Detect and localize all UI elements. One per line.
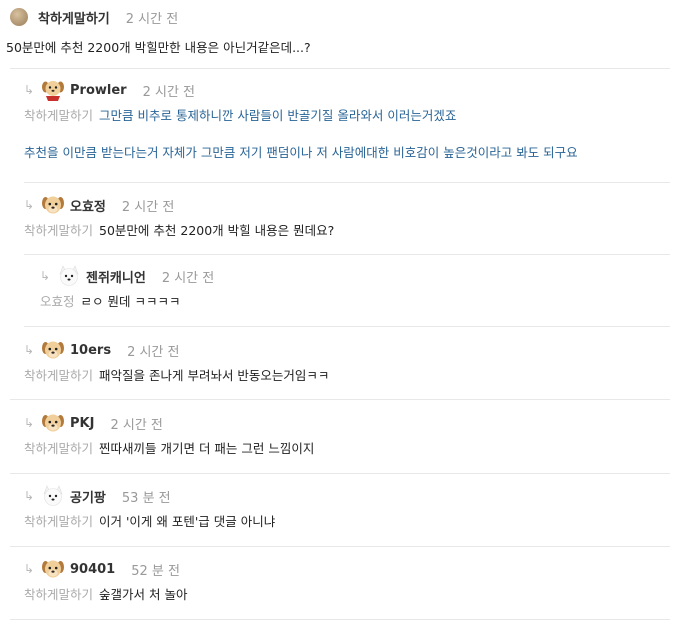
comment-author[interactable]: 젠쥐캐니언 bbox=[86, 267, 146, 286]
puppy-icon[interactable] bbox=[41, 558, 65, 580]
reply-comment: ↳ 오효정 2 시간 전 착하게말하기 50분만에 추천 2200개 박힐 내용은… bbox=[24, 194, 670, 241]
root-comment: 착하게말하기 2 시간 전 50분만에 추천 2200개 박힐만한 내용은 아닌… bbox=[6, 6, 670, 58]
comment-author[interactable]: PKJ bbox=[70, 416, 94, 431]
mention[interactable]: 오효정 bbox=[40, 294, 75, 309]
comment-time: 2 시간 전 bbox=[127, 344, 180, 360]
divider bbox=[24, 182, 670, 183]
reply-arrow-icon: ↳ bbox=[24, 198, 35, 212]
comment-text: 착하게말하기 50분만에 추천 2200개 박힐 내용은 뭔데요? bbox=[24, 221, 670, 241]
comment-time: 2 시간 전 bbox=[121, 199, 175, 215]
comment-text-line: 이거 '이게 왜 포텐'급 댓글 아니냐 bbox=[99, 514, 276, 529]
reply-arrow-icon: ↳ bbox=[24, 343, 35, 357]
puppy-icon[interactable] bbox=[41, 339, 65, 361]
avatar[interactable] bbox=[10, 8, 28, 26]
comment-text-line: 추천을 이만큼 받는다는거 자체가 그만큼 저기 팬덤이나 저 사람에대한 비호… bbox=[24, 145, 578, 160]
comment-time: 52 분 전 bbox=[131, 563, 180, 579]
comment-time: 2 시간 전 bbox=[110, 417, 163, 433]
comment-text: 착하게말하기 찐따새끼들 개기면 더 패는 그런 느낌이지 bbox=[24, 439, 670, 459]
reply-comment: ↳ Prowler 2 시간 전 착하게말하기 그만큼 비추로 통제하니깐 사람들… bbox=[24, 79, 670, 163]
puppy-icon[interactable] bbox=[41, 412, 65, 434]
mention[interactable]: 착하게말하기 bbox=[24, 441, 93, 456]
comment-time: 53 분 전 bbox=[121, 490, 171, 506]
reply-comment: ↳ 젠쥐캐니언 2 시간 전 오효정 ㄹㅇ 뭔데 ㅋㅋㅋㅋ bbox=[40, 265, 670, 312]
comment-text: 착하게말하기 그만큼 비추로 통제하니깐 사람들이 반골기질 올라와서 이러는거겠… bbox=[24, 106, 670, 126]
mention[interactable]: 착하게말하기 bbox=[24, 368, 93, 383]
comment-author[interactable]: 90401 bbox=[70, 562, 115, 577]
comment-time: 2 시간 전 bbox=[142, 84, 195, 100]
divider bbox=[10, 68, 670, 69]
comment-author[interactable]: 10ers bbox=[70, 343, 111, 358]
reply-arrow-icon: ↳ bbox=[24, 489, 35, 503]
comment-text: 착하게말하기 패악질을 존나게 부려놔서 반동오는거임ㅋㅋ bbox=[24, 366, 670, 386]
divider bbox=[10, 619, 670, 620]
divider bbox=[10, 546, 670, 547]
comment-text: 오효정 ㄹㅇ 뭔데 ㅋㅋㅋㅋ bbox=[40, 292, 670, 312]
white-dog-icon[interactable] bbox=[41, 485, 65, 507]
comment-author[interactable]: 오효정 bbox=[70, 196, 106, 215]
comment-text-line: 숲갤가서 처 놀아 bbox=[99, 587, 188, 602]
reply-arrow-icon: ↳ bbox=[24, 416, 35, 430]
divider bbox=[10, 399, 670, 400]
comment-text-line: 그만큼 비추로 통제하니깐 사람들이 반골기질 올라와서 이러는거겠죠 bbox=[99, 108, 457, 123]
reply-arrow-icon: ↳ bbox=[24, 562, 35, 576]
white-dog-icon[interactable] bbox=[57, 265, 81, 287]
comment-text-line: 패악질을 존나게 부려놔서 반동오는거임ㅋㅋ bbox=[99, 368, 330, 383]
puppy-icon[interactable] bbox=[41, 79, 65, 101]
comment-text: 착하게말하기 숲갤가서 처 놀아 bbox=[24, 585, 670, 605]
reply-comment: ↳ 90401 52 분 전 착하게말하기 숲갤가서 처 놀아 bbox=[24, 558, 670, 605]
puppy-icon[interactable] bbox=[41, 194, 65, 216]
divider bbox=[24, 254, 670, 255]
mention[interactable]: 착하게말하기 bbox=[24, 223, 93, 238]
mention[interactable]: 착하게말하기 bbox=[24, 514, 93, 529]
comment-text-line: ㄹㅇ 뭔데 ㅋㅋㅋㅋ bbox=[80, 294, 181, 309]
reply-comment: ↳ PKJ 2 시간 전 착하게말하기 찐따새끼들 개기면 더 패는 그런 느낌이… bbox=[24, 412, 670, 459]
reply-arrow-icon: ↳ bbox=[40, 269, 51, 283]
comment-time: 2 시간 전 bbox=[161, 270, 215, 286]
mention[interactable]: 착하게말하기 bbox=[24, 587, 93, 602]
comment-text: 50분만에 추천 2200개 박힐만한 내용은 아닌거같은데...? bbox=[6, 40, 311, 55]
comment-author[interactable]: 착하게말하기 bbox=[38, 8, 110, 27]
comment-text: 착하게말하기 이거 '이게 왜 포텐'급 댓글 아니냐 bbox=[24, 512, 670, 532]
mention[interactable]: 착하게말하기 bbox=[24, 108, 93, 123]
divider bbox=[10, 473, 670, 474]
comment-author[interactable]: 공기팡 bbox=[70, 487, 106, 506]
divider bbox=[24, 326, 670, 327]
comment-time: 2 시간 전 bbox=[125, 11, 179, 27]
comment-text-line: 50분만에 추천 2200개 박힐 내용은 뭔데요? bbox=[99, 223, 335, 238]
reply-comment: ↳ 10ers 2 시간 전 착하게말하기 패악질을 존나게 부려놔서 반동오는거… bbox=[24, 339, 670, 386]
comment-text-line: 찐따새끼들 개기면 더 패는 그런 느낌이지 bbox=[99, 441, 315, 456]
reply-comment: ↳ 공기팡 53 분 전 착하게말하기 이거 '이게 왜 포텐'급 댓글 아니냐 bbox=[24, 485, 670, 532]
comment-author[interactable]: Prowler bbox=[70, 83, 127, 98]
reply-arrow-icon: ↳ bbox=[24, 83, 35, 97]
